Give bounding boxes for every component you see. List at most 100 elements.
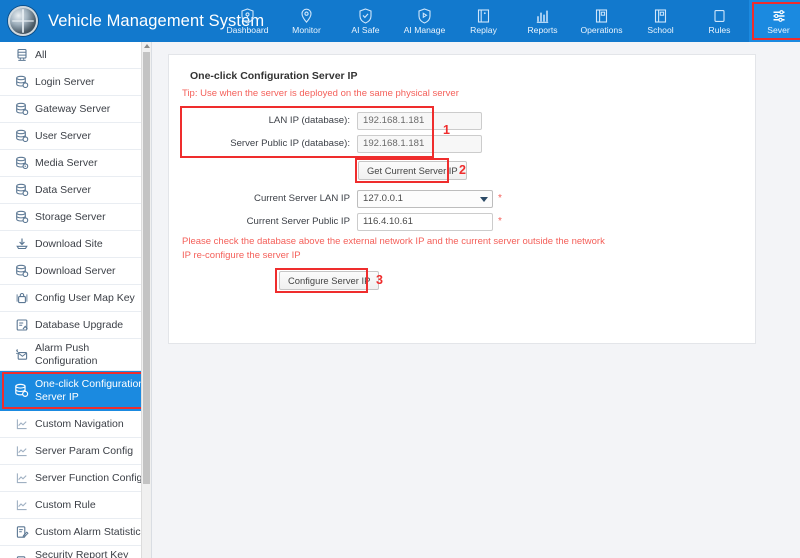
current-server-lan-ip-select[interactable]: 127.0.0.1 (357, 189, 493, 208)
sidebar-item-data-server[interactable]: Data Server (0, 177, 151, 204)
sidebar-item-label: Alarm Push Configuration (35, 342, 98, 367)
sidebar-item-security-report-key-alarm[interactable]: Security Report Key Alarm (0, 546, 151, 558)
app-header: Vehicle Management System Dashboard Moni… (0, 0, 800, 42)
chart-line-icon (14, 498, 29, 513)
brand: Vehicle Management System (0, 0, 264, 42)
sidebar-item-label: Login Server (35, 75, 95, 88)
nav-tab-school[interactable]: School (631, 0, 690, 42)
download-site-icon (14, 237, 29, 252)
sidebar-item-custom-alarm-statistics[interactable]: Custom Alarm Statistics (0, 519, 151, 546)
replay-window-icon (476, 7, 491, 24)
nav-tab-operations[interactable]: Operations (572, 0, 631, 42)
get-current-server-ip-button[interactable]: Get Current Server IP (358, 161, 467, 180)
chevron-down-icon (480, 196, 488, 202)
lan-ip-row: LAN IP (database): (182, 111, 482, 130)
current-server-lan-ip-value: 127.0.0.1 (363, 192, 404, 204)
server-rack-icon (14, 48, 29, 63)
sidebar-item-server-param-config[interactable]: Server Param Config (0, 438, 151, 465)
nav-tab-monitor[interactable]: Monitor (277, 0, 336, 42)
sidebar-item-all[interactable]: All (0, 42, 151, 69)
configure-server-ip-button[interactable]: Configure Server IP (279, 271, 380, 290)
required-mark: * (498, 215, 502, 227)
nav-tab-label: School (647, 25, 674, 35)
sidebar-item-custom-navigation[interactable]: Custom Navigation (0, 411, 151, 438)
nav-tab-label: Rules (708, 25, 731, 35)
sidebar-item-database-upgrade[interactable]: Database Upgrade (0, 312, 151, 339)
nav-tab-label: AI Manage (403, 25, 446, 35)
shield-play-icon (417, 7, 432, 24)
sidebar-item-download-server[interactable]: Download Server (0, 258, 151, 285)
sidebar-item-config-user-map-key[interactable]: Config User Map Key (0, 285, 151, 312)
sidebar-item-label: Security Report Key Alarm (35, 549, 129, 558)
nav-tab-ai-safe[interactable]: AI Safe (336, 0, 395, 42)
chart-line-icon (14, 471, 29, 486)
scroll-up-arrow-icon[interactable] (143, 44, 150, 48)
lan-ip-input[interactable] (357, 111, 482, 130)
nav-tab-label: AI Safe (351, 25, 380, 35)
edit-document-icon (14, 554, 29, 558)
key-lock-icon (14, 291, 29, 306)
current-server-lan-ip-row: Current Server LAN IP 127.0.0.1 * (182, 189, 502, 208)
sidebar-item-label: Data Server (35, 183, 92, 196)
nav-tab-label: Operations (580, 25, 623, 35)
sidebar-item-storage-server[interactable]: Storage Server (0, 204, 151, 231)
sidebar-item-label: One-click Configuration Server IP (35, 378, 145, 403)
server-public-ip-label: Server Public IP (database): (230, 138, 350, 149)
sidebar-item-custom-rule[interactable]: Custom Rule (0, 492, 151, 519)
nav-tab-replay[interactable]: Replay (454, 0, 513, 42)
panel-tip: Tip: Use when the server is deployed on … (182, 88, 459, 99)
sidebar-item-label: Server Function Config (35, 471, 143, 484)
database-user-icon (14, 129, 29, 144)
database-data-icon (14, 183, 29, 198)
nav-tab-reports[interactable]: Reports (513, 0, 572, 42)
database-download-icon (14, 264, 29, 279)
sidebar-item-label: Custom Alarm Statistics (35, 525, 146, 538)
server-public-ip-input[interactable] (357, 134, 482, 153)
sidebar: All Login Server Gateway Server User Ser… (0, 42, 152, 558)
panel-title: One-click Configuration Server IP (190, 70, 358, 82)
sidebar-item-label: All (35, 48, 47, 61)
database-config-icon (14, 383, 29, 398)
annotation-number-1: 1 (443, 123, 450, 137)
sidebar-item-download-site[interactable]: Download Site (0, 231, 151, 258)
nav-tab-ai-manage[interactable]: AI Manage (395, 0, 454, 42)
sidebar-item-gateway-server[interactable]: Gateway Server (0, 96, 151, 123)
configure-server-ip-row: Configure Server IP (279, 271, 380, 290)
sidebar-item-user-server[interactable]: User Server (0, 123, 151, 150)
sidebar-item-label: Database Upgrade (35, 318, 124, 331)
sliders-icon (771, 7, 787, 24)
sidebar-item-label: Download Server (35, 264, 116, 277)
sidebar-item-label: Server Param Config (35, 444, 134, 457)
nav-tab-label: Monitor (292, 25, 321, 35)
main-nav: Dashboard Monitor AI Safe AI Manage Repl (218, 0, 800, 42)
current-server-public-ip-label: Current Server Public IP (246, 216, 350, 227)
nav-tab-label: Sever (767, 25, 790, 35)
sidebar-item-media-server[interactable]: Media Server (0, 150, 151, 177)
get-current-server-ip-row: Get Current Server IP (358, 161, 467, 180)
lan-ip-label: LAN IP (database): (268, 115, 350, 126)
nav-tab-sever[interactable]: Sever (749, 0, 800, 42)
bar-chart-icon (535, 7, 550, 24)
current-server-public-ip-input[interactable] (357, 212, 493, 231)
sidebar-item-login-server[interactable]: Login Server (0, 69, 151, 96)
sidebar-item-label: Download Site (35, 237, 103, 250)
annotation-number-3: 3 (376, 273, 383, 287)
current-server-public-ip-row: Current Server Public IP * (182, 212, 502, 231)
scrollbar-thumb[interactable] (143, 52, 150, 484)
sidebar-item-label: Config User Map Key (35, 291, 135, 304)
sidebar-item-one-click-configuration-server-ip[interactable]: One-click Configuration Server IP (0, 371, 151, 411)
database-login-icon (14, 75, 29, 90)
sidebar-scrollbar[interactable] (141, 42, 151, 558)
globe-logo-icon (8, 6, 38, 36)
shield-check-icon (358, 7, 373, 24)
current-server-lan-ip-label: Current Server LAN IP (254, 193, 350, 204)
sidebar-item-alarm-push-configuration[interactable]: Alarm Push Configuration (0, 339, 151, 371)
nav-tab-dashboard[interactable]: Dashboard (218, 0, 277, 42)
edit-document-icon (14, 525, 29, 540)
database-storage-icon (14, 210, 29, 225)
school-building-icon (653, 7, 668, 24)
sidebar-item-server-function-config[interactable]: Server Function Config (0, 465, 151, 492)
nav-tab-rules[interactable]: Rules (690, 0, 749, 42)
sidebar-item-label: Custom Rule (35, 498, 96, 511)
sidebar-item-label: Custom Navigation (35, 417, 124, 430)
